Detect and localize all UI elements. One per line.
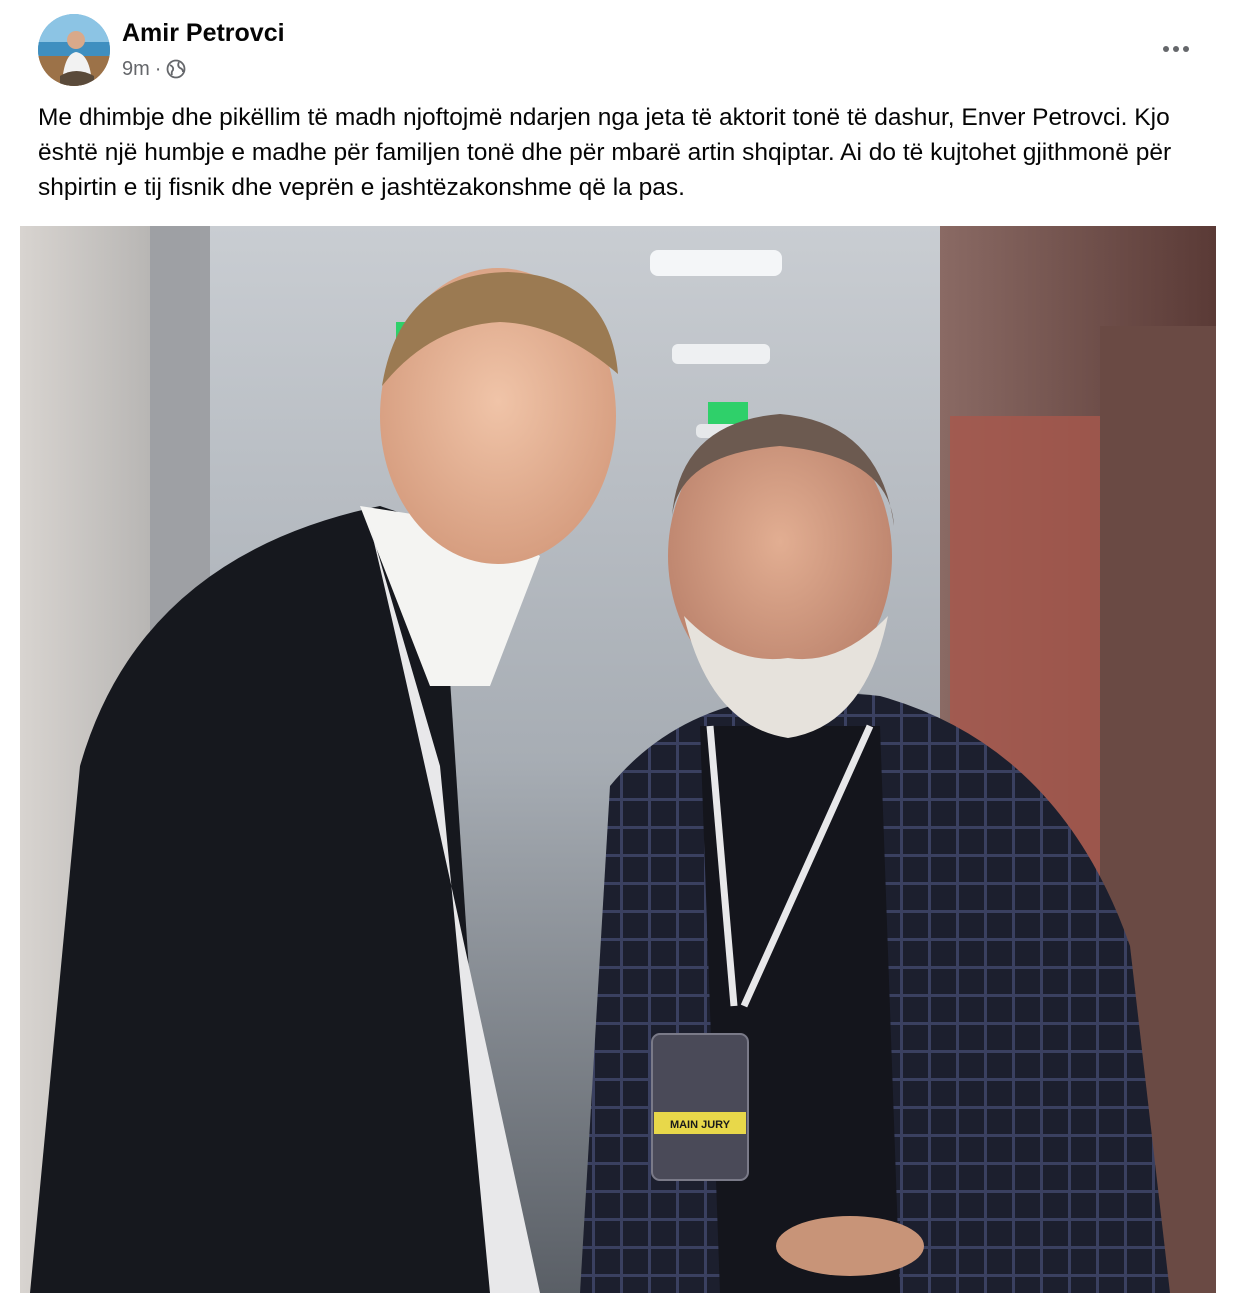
more-dot — [1173, 46, 1179, 52]
post-header: Amir Petrovci 9m · — [38, 14, 1198, 90]
post-time[interactable]: 9m — [122, 58, 150, 81]
post-text: Me dhimbje dhe pikëllim të madh njoftojm… — [38, 104, 1172, 201]
meta-separator: · — [154, 57, 162, 80]
author-name[interactable]: Amir Petrovci — [122, 18, 285, 48]
more-dot — [1163, 46, 1169, 52]
more-options-icon[interactable] — [1154, 34, 1198, 64]
post-photo[interactable]: MAIN JURY — [20, 226, 1216, 1293]
badge-label: MAIN JURY — [670, 1119, 731, 1131]
avatar[interactable] — [38, 14, 110, 86]
globe-icon[interactable] — [166, 59, 186, 79]
more-dot — [1183, 46, 1189, 52]
post-meta: 9m · — [122, 56, 186, 82]
